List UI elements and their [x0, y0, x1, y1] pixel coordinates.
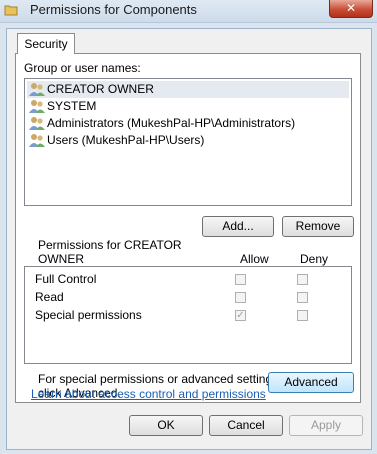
user-list[interactable]: CREATOR OWNER SYSTEM Administrators (Muk…	[24, 78, 352, 206]
remove-button[interactable]: Remove	[282, 216, 354, 237]
dialog-body: Security Group or user names: CREATOR OW…	[6, 28, 372, 450]
security-panel: Group or user names: CREATOR OWNER SYSTE…	[15, 53, 361, 403]
user-group-icon	[29, 134, 45, 147]
cancel-button[interactable]: Cancel	[209, 415, 283, 436]
permission-row-special: Special permissions ✓	[35, 307, 335, 325]
permission-row-full-control: Full Control	[35, 271, 335, 289]
tab-security[interactable]: Security	[17, 33, 75, 54]
allow-checkbox[interactable]	[235, 274, 246, 285]
close-icon: ✕	[345, 1, 357, 15]
user-group-icon	[29, 83, 45, 96]
list-item-administrators[interactable]: Administrators (MukeshPal-HP\Administrat…	[27, 115, 349, 132]
permissions-heading-line1: Permissions for CREATOR	[38, 238, 182, 252]
window-title: Permissions for Components	[30, 2, 197, 17]
deny-checkbox[interactable]	[297, 274, 308, 285]
list-item-creator-owner[interactable]: CREATOR OWNER	[27, 81, 349, 98]
permission-name: Read	[35, 290, 64, 304]
allow-checkbox[interactable]	[235, 292, 246, 303]
advanced-button[interactable]: Advanced	[268, 372, 354, 393]
folder-icon	[4, 5, 18, 16]
checkmark-icon: ✓	[236, 310, 245, 321]
deny-checkbox[interactable]	[297, 292, 308, 303]
deny-checkbox[interactable]	[297, 310, 308, 321]
user-name: SYSTEM	[47, 99, 97, 113]
deny-column-label: Deny	[300, 252, 329, 266]
permissions-heading-line2: OWNER	[38, 252, 84, 266]
group-label: Group or user names:	[24, 61, 141, 75]
permission-name: Full Control	[35, 272, 97, 286]
permissions-list: Full Control Read Special permissions ✓	[24, 266, 352, 364]
special-note-line1: For special permissions or advanced sett…	[38, 372, 282, 386]
user-name: CREATOR OWNER	[47, 82, 154, 96]
user-group-icon	[29, 117, 45, 130]
add-button[interactable]: Add...	[202, 216, 274, 237]
tab-label: Security	[24, 37, 68, 51]
list-item-system[interactable]: SYSTEM	[27, 98, 349, 115]
permission-row-read: Read	[35, 289, 335, 307]
learn-more-link[interactable]: Learn about access control and permissio…	[31, 387, 266, 401]
apply-button[interactable]: Apply	[289, 415, 363, 436]
allow-column-label: Allow	[240, 252, 269, 266]
permission-name: Special permissions	[35, 308, 142, 322]
user-name: Administrators (MukeshPal-HP\Administrat…	[47, 116, 296, 130]
title-bar: Permissions for Components ✕	[0, 0, 377, 23]
user-name: Users (MukeshPal-HP\Users)	[47, 133, 205, 147]
close-button[interactable]: ✕	[329, 0, 373, 18]
user-group-icon	[29, 100, 45, 113]
list-item-users[interactable]: Users (MukeshPal-HP\Users)	[27, 132, 349, 149]
ok-button[interactable]: OK	[129, 415, 203, 436]
allow-checkbox[interactable]: ✓	[235, 310, 246, 321]
